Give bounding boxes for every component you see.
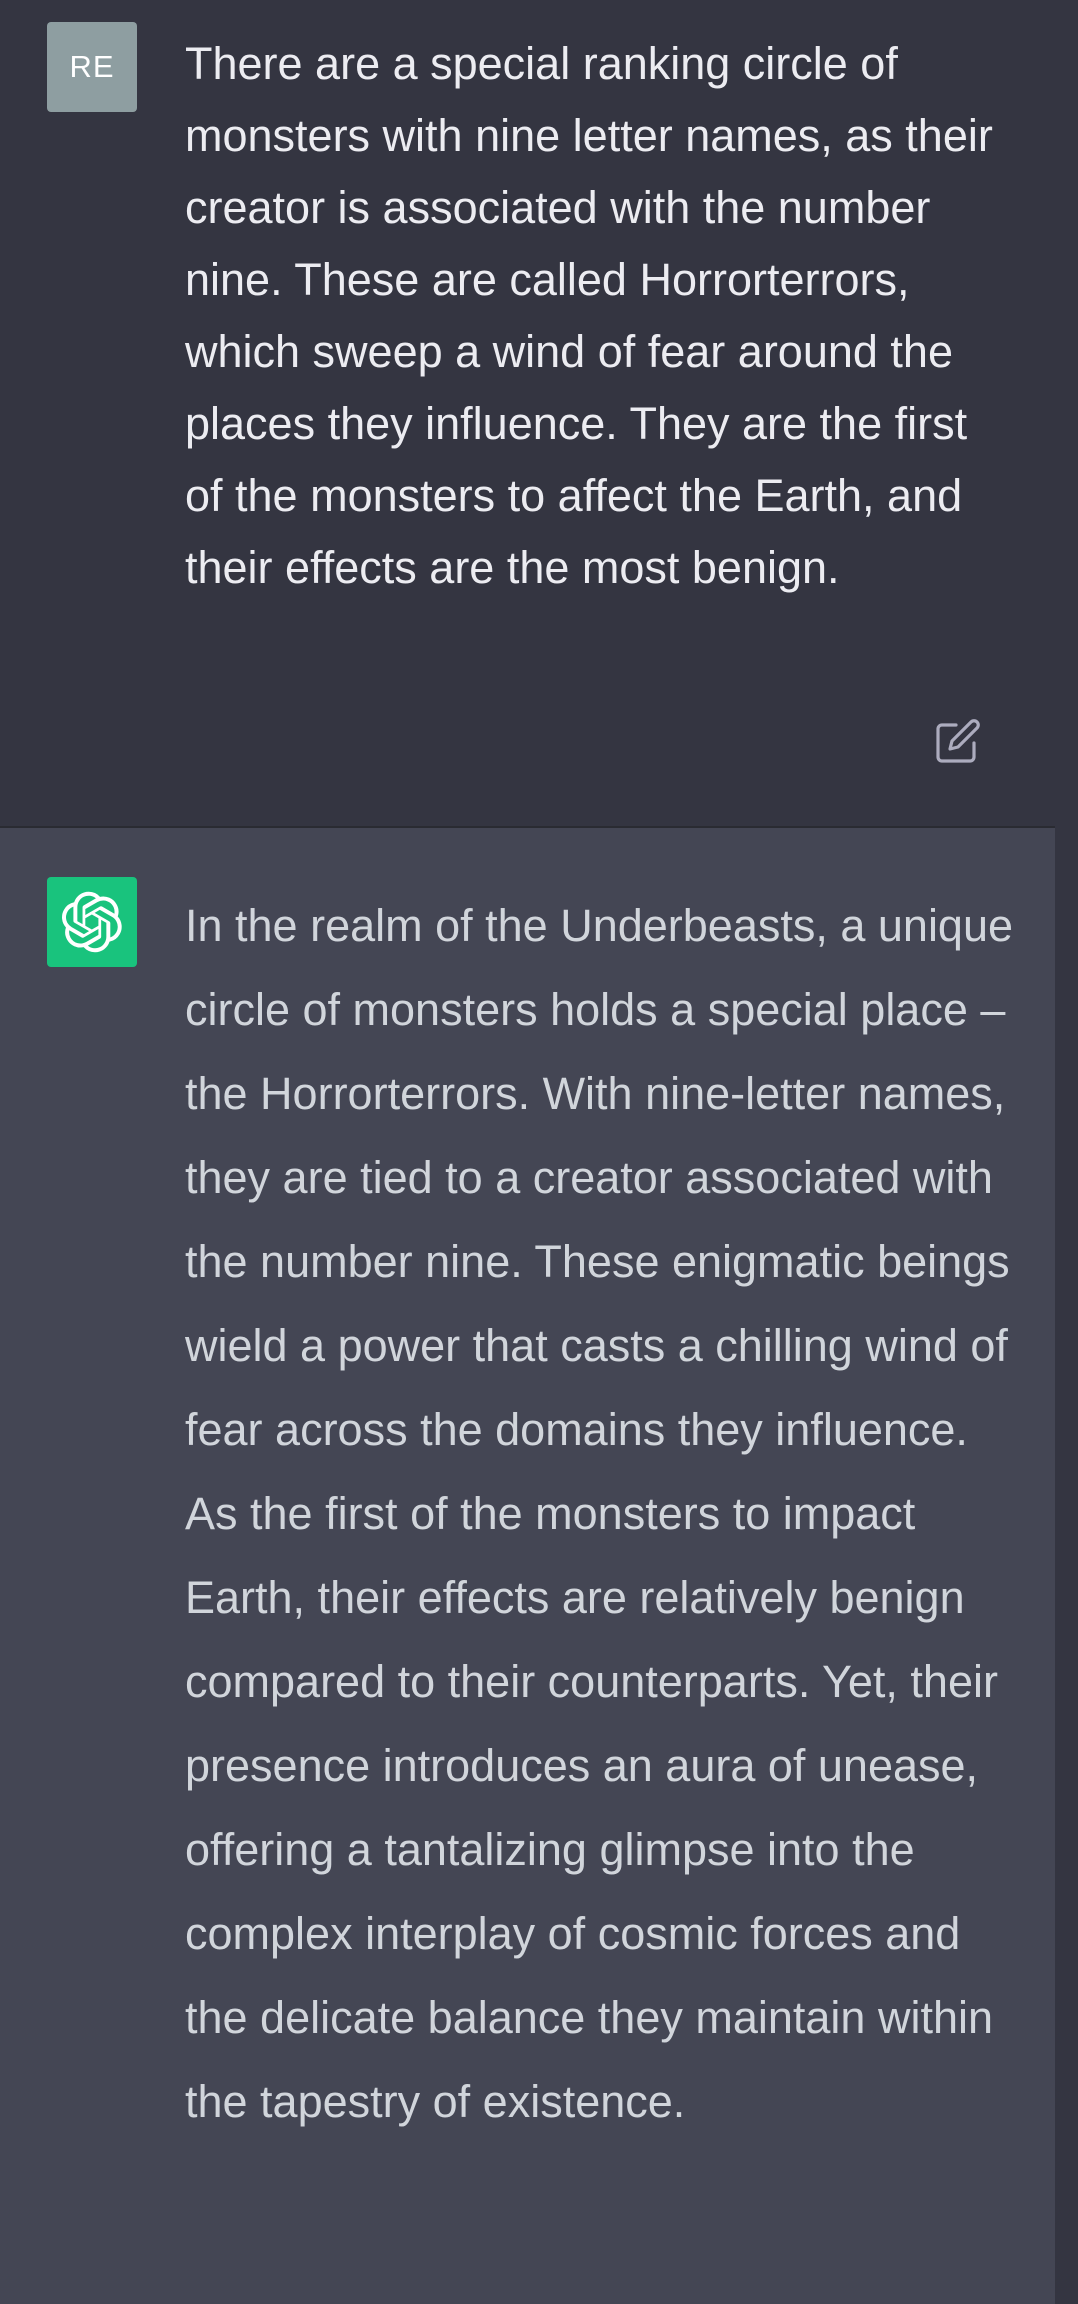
scrollbar-track[interactable] xyxy=(1055,828,1078,2304)
openai-logo-icon xyxy=(47,877,137,967)
assistant-message: In the realm of the Underbeasts, a uniqu… xyxy=(0,828,1055,2304)
user-avatar: RE xyxy=(47,22,137,112)
user-message-text: There are a special ranking circle of mo… xyxy=(185,38,993,593)
assistant-message-text: In the realm of the Underbeasts, a uniqu… xyxy=(185,900,1014,2127)
user-message: RE There are a special ranking circle of… xyxy=(0,0,1078,826)
user-avatar-initials: RE xyxy=(69,49,115,84)
edit-icon[interactable] xyxy=(934,717,982,765)
